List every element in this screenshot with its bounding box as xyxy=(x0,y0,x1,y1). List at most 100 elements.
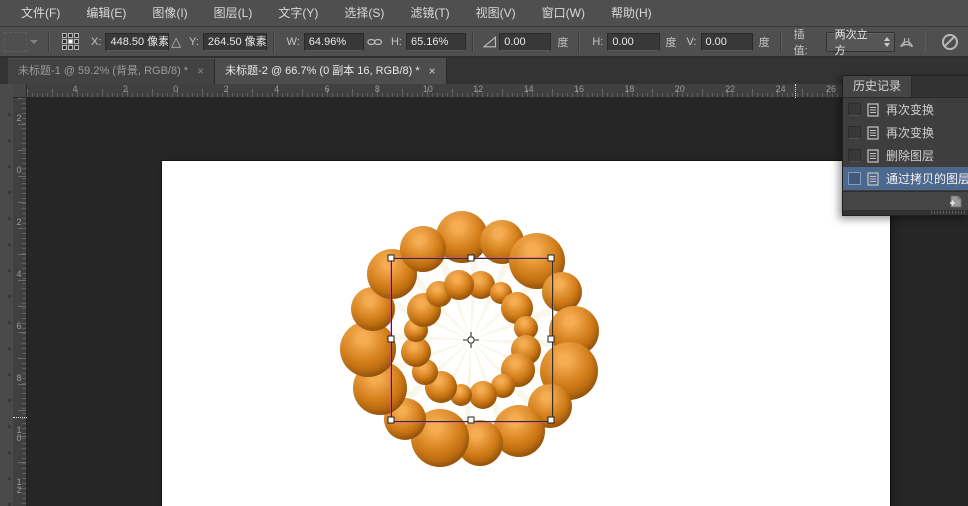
ruler-tick-label: 24 xyxy=(776,84,786,94)
transform-handle-top-right[interactable] xyxy=(548,255,555,262)
v-skew-field[interactable]: 0.00 xyxy=(701,33,753,51)
horizontal-ruler[interactable]: 4202468101214161820222426 xyxy=(27,84,968,98)
reference-point-locator[interactable] xyxy=(62,33,79,50)
ruler-tick-label: 12 xyxy=(473,84,483,94)
menu-item[interactable]: 编辑(E) xyxy=(73,0,139,27)
menu-item[interactable]: 选择(S) xyxy=(331,0,397,27)
menu-item[interactable]: 文字(Y) xyxy=(265,0,331,27)
ruler-tick-label: 22 xyxy=(725,84,735,94)
history-state-icon xyxy=(867,149,879,163)
ruler-tick-label: 2 xyxy=(15,114,23,122)
transform-handle-bottom-left[interactable] xyxy=(388,417,395,424)
stepper-arrows-icon xyxy=(884,37,890,47)
close-icon[interactable]: × xyxy=(197,59,204,84)
history-panel-header: 历史记录 xyxy=(843,76,968,98)
menu-item[interactable]: 图层(L) xyxy=(201,0,266,27)
history-panel-tab[interactable]: 历史记录 xyxy=(843,76,912,97)
transform-handle-top-left[interactable] xyxy=(388,255,395,262)
x-position-field[interactable]: 448.50 像素 xyxy=(105,33,169,51)
history-source-checkbox[interactable] xyxy=(848,103,861,116)
transform-handle-middle-left[interactable] xyxy=(388,336,395,343)
h-skew-field[interactable]: 0.00 xyxy=(607,33,659,51)
history-state-icon xyxy=(867,126,879,140)
divider xyxy=(472,31,474,53)
interpolation-select[interactable]: 两次立方 xyxy=(826,32,896,52)
ruler-tick-label: 6 xyxy=(324,84,329,94)
height-scale-field[interactable]: 65.16% xyxy=(406,33,466,51)
interpolation-label: 插值: xyxy=(794,26,818,58)
w-label: W: xyxy=(287,36,300,48)
transform-reference-point[interactable] xyxy=(462,331,480,349)
document-tab[interactable]: 未标题-1 @ 59.2% (背景, RGB/8) *× xyxy=(8,58,215,84)
ruler-tick-label: 6 xyxy=(15,322,23,330)
menu-item[interactable]: 图像(I) xyxy=(139,0,200,27)
x-label: X: xyxy=(91,36,101,48)
ruler-tick-label: 0 xyxy=(173,84,178,94)
close-icon[interactable]: × xyxy=(429,59,436,84)
divider xyxy=(780,31,782,53)
ruler-tick-label: 16 xyxy=(574,84,584,94)
degree-label: 度 xyxy=(759,34,770,50)
history-state-label: 通过拷贝的图层 xyxy=(886,170,968,187)
history-state-row[interactable]: 再次变换 xyxy=(843,121,968,144)
history-state-row[interactable]: 通过拷贝的图层 xyxy=(843,167,968,190)
transform-handle-top-center[interactable] xyxy=(468,255,475,262)
ruler-tick-label: 0 xyxy=(15,166,23,174)
panel-resize-grip[interactable] xyxy=(843,210,968,215)
new-document-from-state-icon[interactable] xyxy=(949,195,963,208)
h-skew-label: H: xyxy=(592,36,603,48)
rotation-field[interactable]: 0.00 xyxy=(499,33,551,51)
cancel-transform-icon[interactable] xyxy=(942,34,958,50)
ruler-tick-label: 2 xyxy=(123,84,128,94)
divider xyxy=(925,31,927,53)
ruler-tick-label: 4 xyxy=(15,270,23,278)
degree-label: 度 xyxy=(557,34,568,50)
transform-handle-bottom-right[interactable] xyxy=(548,417,555,424)
history-state-icon xyxy=(867,172,879,186)
h-label: H: xyxy=(391,36,402,48)
ruler-tick-label: 18 xyxy=(624,84,634,94)
interpolation-value: 两次立方 xyxy=(835,26,877,58)
menu-item[interactable]: 滤镜(T) xyxy=(397,0,462,27)
vertical-ruler[interactable]: 2024681012 xyxy=(13,98,27,506)
history-panel: 历史记录 再次变换再次变换删除图层通过拷贝的图层 xyxy=(842,75,968,216)
ruler-tick-label: 14 xyxy=(524,84,534,94)
angle-icon[interactable] xyxy=(483,36,496,48)
history-state-label: 再次变换 xyxy=(886,101,934,118)
cursor-position-marker xyxy=(13,417,27,418)
history-state-row[interactable]: 删除图层 xyxy=(843,144,968,167)
menu-item[interactable]: 帮助(H) xyxy=(598,0,665,27)
width-scale-field[interactable]: 64.96% xyxy=(304,33,364,51)
document-tab-bar: 未标题-1 @ 59.2% (背景, RGB/8) *×未标题-2 @ 66.7… xyxy=(0,58,968,84)
ruler-tick-label: 8 xyxy=(15,374,23,382)
y-label: Y: xyxy=(189,36,199,48)
ruler-corner xyxy=(13,84,27,98)
y-position-field[interactable]: 264.50 像素 xyxy=(203,33,267,51)
history-state-row[interactable]: 再次变换 xyxy=(843,98,968,121)
divider xyxy=(48,31,50,53)
history-source-checkbox[interactable] xyxy=(848,149,861,162)
divider xyxy=(273,31,275,53)
ruler-tick-label: 4 xyxy=(72,84,77,94)
ruler-tick-label: 8 xyxy=(375,84,380,94)
delta-icon[interactable]: △ xyxy=(171,34,181,50)
history-source-checkbox[interactable] xyxy=(848,172,861,185)
menu-item[interactable]: 视图(V) xyxy=(463,0,529,27)
warp-mode-icon[interactable] xyxy=(898,34,915,50)
transform-handle-middle-right[interactable] xyxy=(548,336,555,343)
transform-handle-bottom-center[interactable] xyxy=(468,417,475,424)
document-tab[interactable]: 未标题-2 @ 66.7% (0 副本 16, RGB/8) * × xyxy=(215,58,447,84)
ruler-tick-label: 2 xyxy=(224,84,229,94)
chevron-down-icon[interactable] xyxy=(30,40,38,44)
link-dimensions-icon[interactable] xyxy=(367,36,382,48)
document-tab-label: 未标题-2 @ 66.7% (0 副本 16, RGB/8) * xyxy=(225,59,420,84)
tools-panel-edge xyxy=(0,84,13,506)
history-source-checkbox[interactable] xyxy=(848,126,861,139)
degree-label: 度 xyxy=(666,34,677,50)
history-state-icon xyxy=(867,103,879,117)
ruler-tick-label: 12 xyxy=(15,478,23,494)
menu-item[interactable]: 文件(F) xyxy=(8,0,73,27)
ruler-tick-label: 4 xyxy=(274,84,279,94)
menu-item[interactable]: 窗口(W) xyxy=(529,0,598,27)
tool-preset-icon[interactable] xyxy=(4,32,27,52)
